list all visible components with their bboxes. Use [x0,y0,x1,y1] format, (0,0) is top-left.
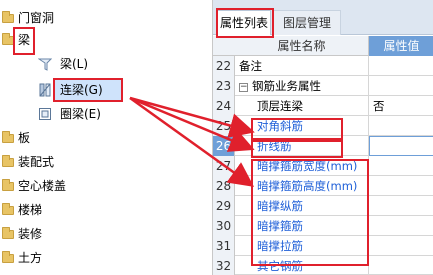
annotation-box-beam [13,27,35,55]
row-number: 22 [213,56,235,76]
row-number: 27 [213,156,235,176]
coupling-beam-icon [39,83,51,97]
row-number: 26 [213,136,235,156]
header-property-value: 属性值 [369,36,433,56]
tree-item-label: 空心楼盖 [18,179,67,193]
tree-item-prefab[interactable]: 装配式 [0,152,120,172]
grid-header: 属性名称 属性值 [213,36,433,56]
row-value[interactable] [369,176,433,196]
tree-item-door-window-opening[interactable]: 门窗洞 [0,8,120,28]
tree-item-label: 圈梁(E) [60,107,101,121]
tree-item-hollow-floor[interactable]: 空心楼盖 [0,176,120,196]
row-name: 备注 [235,56,369,76]
header-property-name: 属性名称 [235,36,369,56]
tree-item-decoration[interactable]: 装修 [0,224,120,244]
annotation-box-coupling-beam [53,78,123,102]
row-number: 32 [213,256,235,275]
row-value[interactable] [369,236,433,256]
annotation-box-property-tab [216,8,274,38]
row-value[interactable]: 否 [369,96,433,116]
row-value [369,76,433,96]
row-value-editor[interactable] [369,136,433,156]
row-number: 24 [213,96,235,116]
collapse-icon[interactable]: − [239,83,248,92]
row-value[interactable] [369,156,433,176]
row-value[interactable] [369,56,433,76]
row-number: 31 [213,236,235,256]
beam-icon [38,58,52,71]
row-number: 28 [213,176,235,196]
tree-item-label: 梁(L) [60,57,89,71]
tree-item-slab[interactable]: 板 [0,128,120,148]
tree-item-label: 土方 [18,251,43,265]
folder-icon [2,11,14,23]
tree-item-stairs[interactable]: 楼梯 [0,200,120,220]
folder-icon [2,227,14,239]
folder-icon [2,203,14,215]
row-value[interactable] [369,116,433,136]
row-value[interactable] [369,196,433,216]
tree-item-label: 装修 [18,227,43,241]
tree-item-label: 板 [18,131,31,145]
table-row[interactable]: 24 顶层连梁 否 [213,96,433,116]
folder-icon [2,251,14,263]
properties-panel: 属性列表 图层管理 属性名称 属性值 22 备注 23 − 钢筋业务属性 24 顶… [212,0,433,275]
tree-item-label: 装配式 [18,155,55,169]
tree-item-beam-l[interactable]: 梁(L) [38,54,138,74]
ring-beam-icon [39,108,51,120]
tree-item-label: 门窗洞 [18,11,55,25]
tab-layer-management[interactable]: 图层管理 [273,10,341,35]
folder-icon [2,155,14,167]
annotation-box-bent-bar [251,140,343,158]
tree-item-ring-beam[interactable]: 圈梁(E) [38,104,138,124]
row-name: 顶层连梁 [235,96,369,116]
tree-item-earthwork[interactable]: 土方 [0,248,120,268]
row-number: 29 [213,196,235,216]
row-number: 23 [213,76,235,96]
folder-icon [2,131,14,143]
row-name-group: − 钢筋业务属性 [235,76,369,96]
row-number: 25 [213,116,235,136]
annotation-box-hidden-brace-bars [251,159,369,266]
row-name: 钢筋业务属性 [252,79,321,93]
component-tree: 门窗洞 梁 梁(L) 连梁(G) 圈梁(E) 板 装配式 空心楼盖 楼梯 装修 … [0,0,212,275]
tree-item-label: 楼梯 [18,203,43,217]
annotation-box-diagonal-bar [251,118,343,140]
folder-icon [2,179,14,191]
row-value[interactable] [369,216,433,236]
table-row-group[interactable]: 23 − 钢筋业务属性 [213,76,433,96]
row-value[interactable] [369,256,433,275]
row-number: 30 [213,216,235,236]
table-row[interactable]: 22 备注 [213,56,433,76]
